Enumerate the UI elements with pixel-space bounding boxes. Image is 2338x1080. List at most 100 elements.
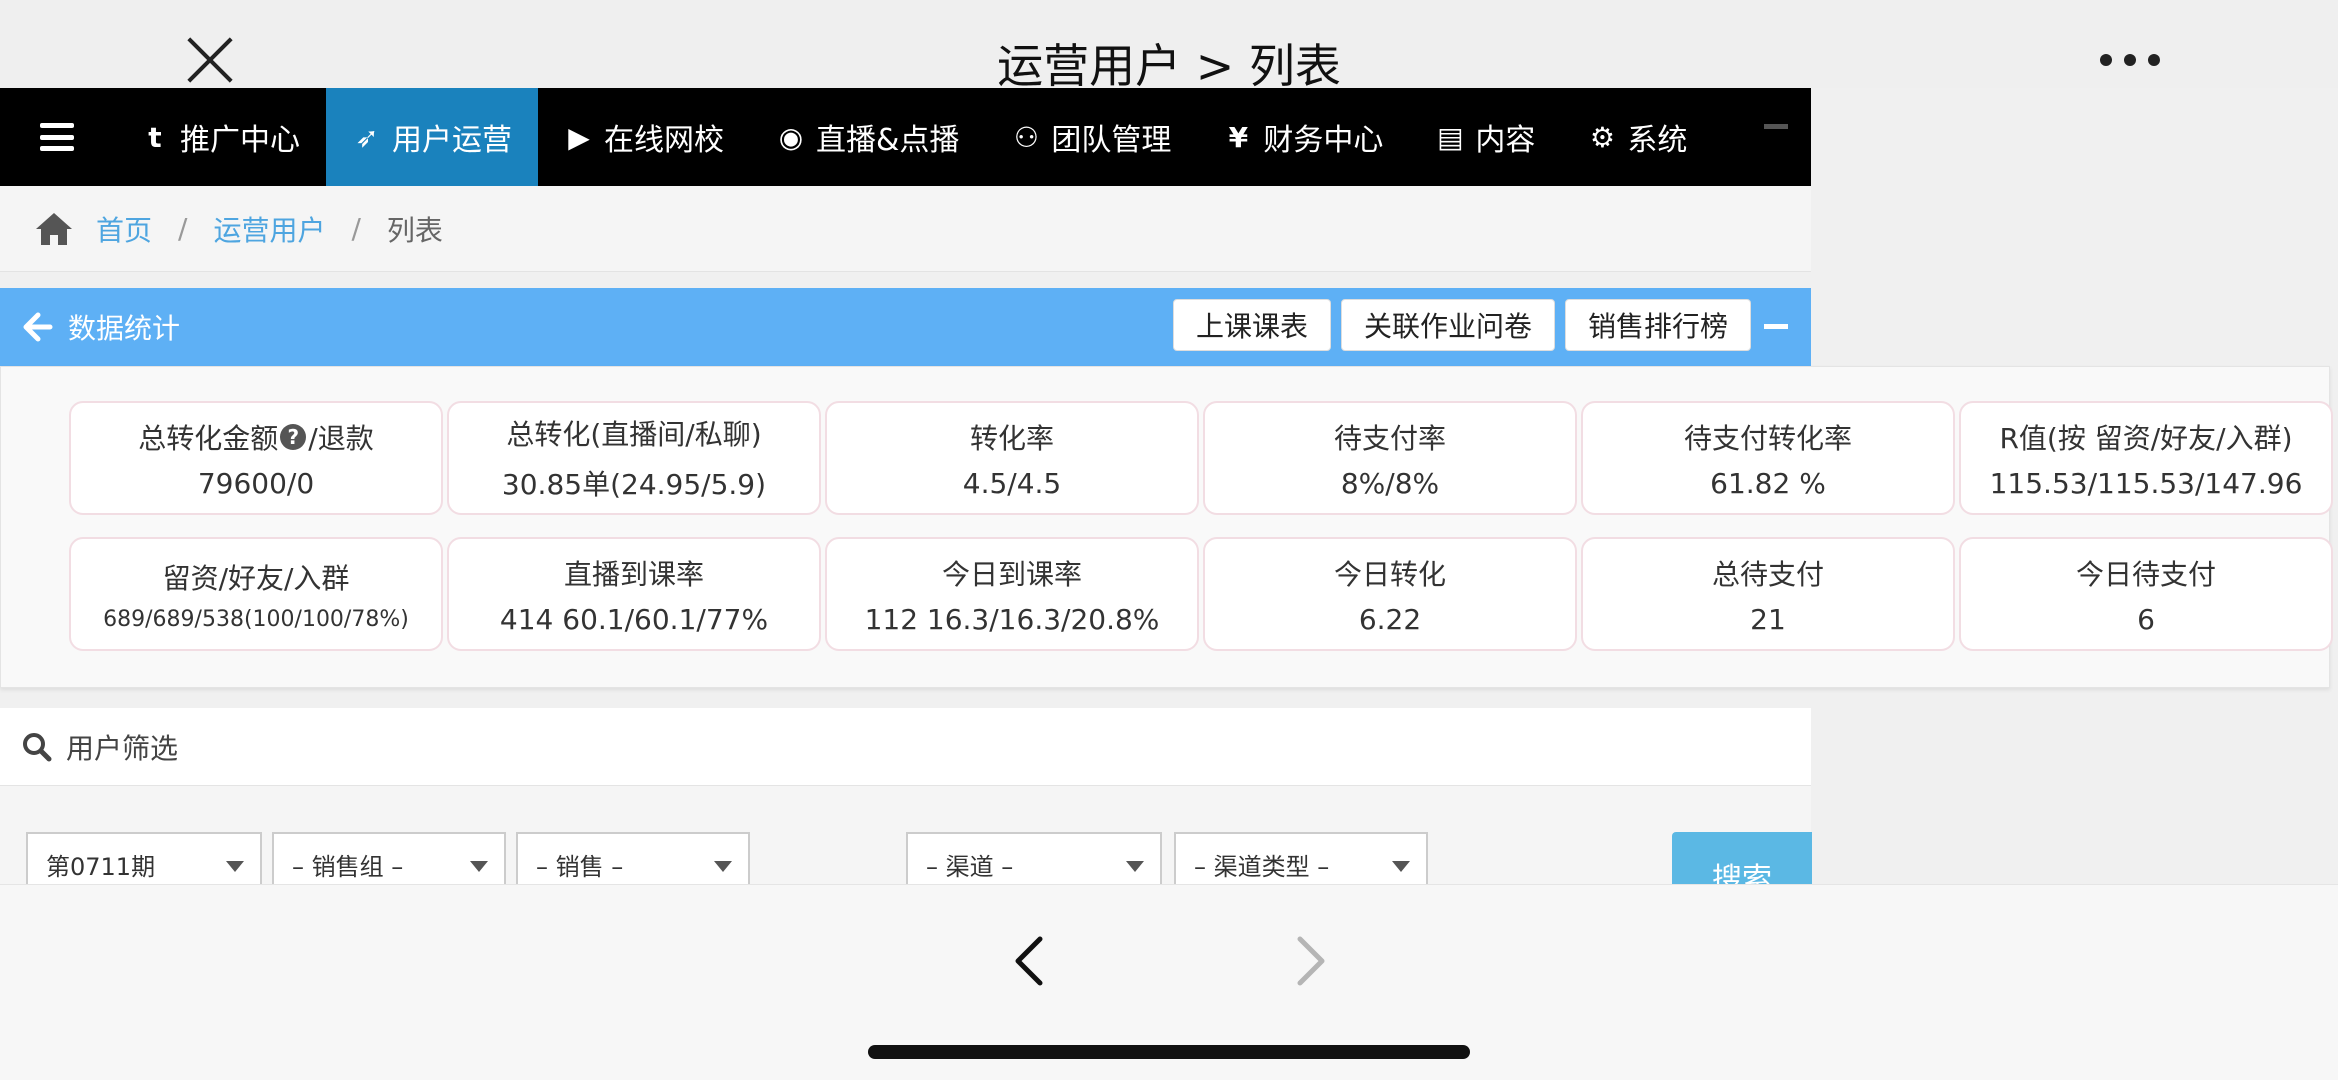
filter-panel-header: 用户筛选 — [0, 708, 1811, 786]
menu-button[interactable] — [0, 88, 114, 186]
stat-value: 4.5/4.5 — [962, 466, 1062, 500]
nav-item-label: 直播&点播 — [816, 123, 960, 158]
nav-item-label: 推广中心 — [180, 123, 300, 158]
stat-label: 待支付率 — [1333, 421, 1446, 455]
stat-value: 79600/0 — [197, 466, 315, 500]
stat-card-today-attendance: 今日到课率 112 16.3/16.3/20.8% — [825, 537, 1199, 651]
stat-label: R值(按 留资/好友/入群) — [1999, 421, 2293, 455]
hamburger-icon — [40, 123, 74, 151]
nav-item-online-school[interactable]: ▶ 在线网校 — [538, 88, 750, 186]
nav-item-label: 团队管理 — [1051, 123, 1172, 158]
gears-icon: ⚙ — [1589, 120, 1615, 154]
stat-label: 总待支付 — [1711, 557, 1824, 591]
stat-card-live-attendance: 直播到课率 414 60.1/60.1/77% — [447, 537, 821, 651]
breadcrumb-section-link[interactable]: 运营用户 — [213, 209, 325, 249]
class-schedule-button[interactable]: 上课课表 — [1172, 299, 1331, 351]
stat-value: 30.85单(24.95/5.9) — [501, 468, 767, 501]
stat-label: 总转化金额?/退款 — [138, 417, 373, 457]
stat-label: 留资/好友/入群 — [162, 561, 350, 595]
web-content: t 推广中心 ➶ 用户运营 ▶ 在线网校 ◉ 直播&点播 ⚇ 团队管理 ¥ 财务… — [0, 88, 2338, 884]
arrow-left-icon[interactable] — [22, 311, 54, 343]
stat-card-today-pending: 今日待支付 6 — [1959, 537, 2333, 651]
period-select[interactable]: 第0711期 — [26, 832, 262, 884]
stat-value: 414 60.1/60.1/77% — [499, 602, 769, 636]
stat-label: 直播到课率 — [563, 557, 704, 591]
breadcrumb-current: 列表 — [386, 213, 443, 247]
nav-item-label: 财务中心 — [1263, 123, 1384, 158]
sales-ranking-button[interactable]: 销售排行榜 — [1564, 299, 1751, 351]
nav-item-finance[interactable]: ¥ 财务中心 — [1197, 88, 1409, 186]
breadcrumb-home-link[interactable]: 首页 — [96, 209, 152, 249]
document-icon: ▤ — [1437, 120, 1464, 154]
nav-item-promotion[interactable]: t 推广中心 — [114, 88, 326, 186]
nav-item-label: 内容 — [1475, 123, 1536, 158]
channel-select[interactable]: – 渠道 – — [906, 832, 1162, 884]
help-icon[interactable]: ? — [280, 423, 307, 450]
stat-value: 21 — [1750, 602, 1786, 636]
stat-label: 转化率 — [969, 421, 1054, 455]
nav-item-system[interactable]: ⚙ 系统 — [1561, 88, 1713, 186]
window-titlebar: 运营用户 > 列表 — [0, 0, 2338, 93]
browser-bottom-bar — [0, 884, 2338, 1080]
chevron-left-icon[interactable] — [1000, 931, 1060, 991]
stat-card-total-amount: 总转化金额?/退款 79600/0 — [69, 401, 443, 515]
stat-card-leads-friends-groups: 留资/好友/入群 689/689/538(100/100/78%) — [69, 537, 443, 651]
search-button[interactable]: 搜索 — [1672, 832, 1812, 884]
sales-select[interactable]: – 销售 – — [516, 832, 750, 884]
stat-card-conversion-rate: 转化率 4.5/4.5 — [825, 401, 1199, 515]
breadcrumb-separator: / — [351, 212, 361, 245]
stats-header-buttons: 上课课表 关联作业问卷 销售排行榜 — [1172, 299, 1751, 351]
stat-value: 8%/8% — [1340, 466, 1440, 500]
stat-value: 115.53/115.53/147.96 — [1989, 466, 2303, 500]
camera-icon: ◉ — [778, 120, 804, 154]
nav-item-label: 在线网校 — [604, 123, 724, 158]
nav-item-content[interactable]: ▤ 内容 — [1409, 88, 1561, 186]
stat-label: 总转化(直播间/私聊) — [506, 418, 762, 451]
channel-type-select[interactable]: – 渠道类型 – — [1174, 832, 1428, 884]
stat-label: 今日待支付 — [2075, 557, 2216, 591]
sales-group-select[interactable]: – 销售组 – — [272, 832, 506, 884]
chevron-right-icon[interactable] — [1280, 931, 1340, 991]
breadcrumb: 首页 / 运营用户 / 列表 — [0, 186, 1811, 272]
stat-label: 今日到课率 — [941, 557, 1082, 591]
stat-value: 61.82 % — [1710, 466, 1826, 500]
stat-label: 待支付转化率 — [1683, 421, 1852, 455]
window-title: 运营用户 > 列表 — [997, 39, 1341, 93]
stats-panel-title: 数据统计 — [68, 312, 181, 345]
filter-collapse-icon[interactable] — [1764, 124, 1788, 129]
search-icon — [23, 732, 52, 761]
stats-grid: 总转化金额?/退款 79600/0 总转化(直播间/私聊) 30.85单(24.… — [69, 401, 2333, 651]
stat-label: 今日转化 — [1333, 557, 1446, 591]
rocket-icon: ➶ — [355, 120, 379, 154]
stat-card-r-value: R值(按 留资/好友/入群) 115.53/115.53/147.96 — [1959, 401, 2333, 515]
team-icon: ⚇ — [1013, 120, 1039, 154]
stat-value: 6 — [2137, 602, 2155, 636]
yen-icon: ¥ — [1228, 120, 1249, 154]
stat-label-text: 总转化金额 — [138, 421, 279, 455]
stat-label-suffix: /退款 — [308, 421, 374, 455]
nav-item-user-ops[interactable]: ➶ 用户运营 — [326, 88, 538, 186]
stat-card-pending-rate: 待支付率 8%/8% — [1203, 401, 1577, 515]
stat-card-total-conversion: 总转化(直播间/私聊) 30.85单(24.95/5.9) — [447, 401, 821, 515]
stat-value: 6.22 — [1358, 602, 1422, 636]
nav-item-label: 系统 — [1627, 123, 1688, 158]
youtube-icon: ▶ — [568, 120, 590, 154]
stat-card-today-conversion: 今日转化 6.22 — [1203, 537, 1577, 651]
home-indicator[interactable] — [868, 1045, 1470, 1059]
nav-item-label: 用户运营 — [392, 123, 512, 158]
stat-card-pending-conversion: 待支付转化率 61.82 % — [1581, 401, 1955, 515]
stat-value: 112 16.3/16.3/20.8% — [864, 602, 1160, 636]
homework-survey-button[interactable]: 关联作业问卷 — [1340, 299, 1555, 351]
nav-item-team[interactable]: ⚇ 团队管理 — [985, 88, 1197, 186]
stat-card-total-pending: 总待支付 21 — [1581, 537, 1955, 651]
breadcrumb-separator: / — [178, 212, 188, 245]
tumblr-icon: t — [148, 120, 162, 154]
stat-value: 689/689/538(100/100/78%) — [103, 606, 409, 632]
stats-panel-header: 数据统计 上课课表 关联作业问卷 销售排行榜 — [0, 288, 1811, 366]
stats-panel-body: 总转化金额?/退款 79600/0 总转化(直播间/私聊) 30.85单(24.… — [0, 366, 2333, 688]
home-icon[interactable] — [34, 211, 74, 247]
top-navbar: t 推广中心 ➶ 用户运营 ▶ 在线网校 ◉ 直播&点播 ⚇ 团队管理 ¥ 财务… — [0, 88, 1811, 186]
stats-collapse-icon[interactable] — [1764, 324, 1788, 329]
nav-item-live-vod[interactable]: ◉ 直播&点播 — [750, 88, 985, 186]
more-icon[interactable] — [2100, 54, 2160, 68]
